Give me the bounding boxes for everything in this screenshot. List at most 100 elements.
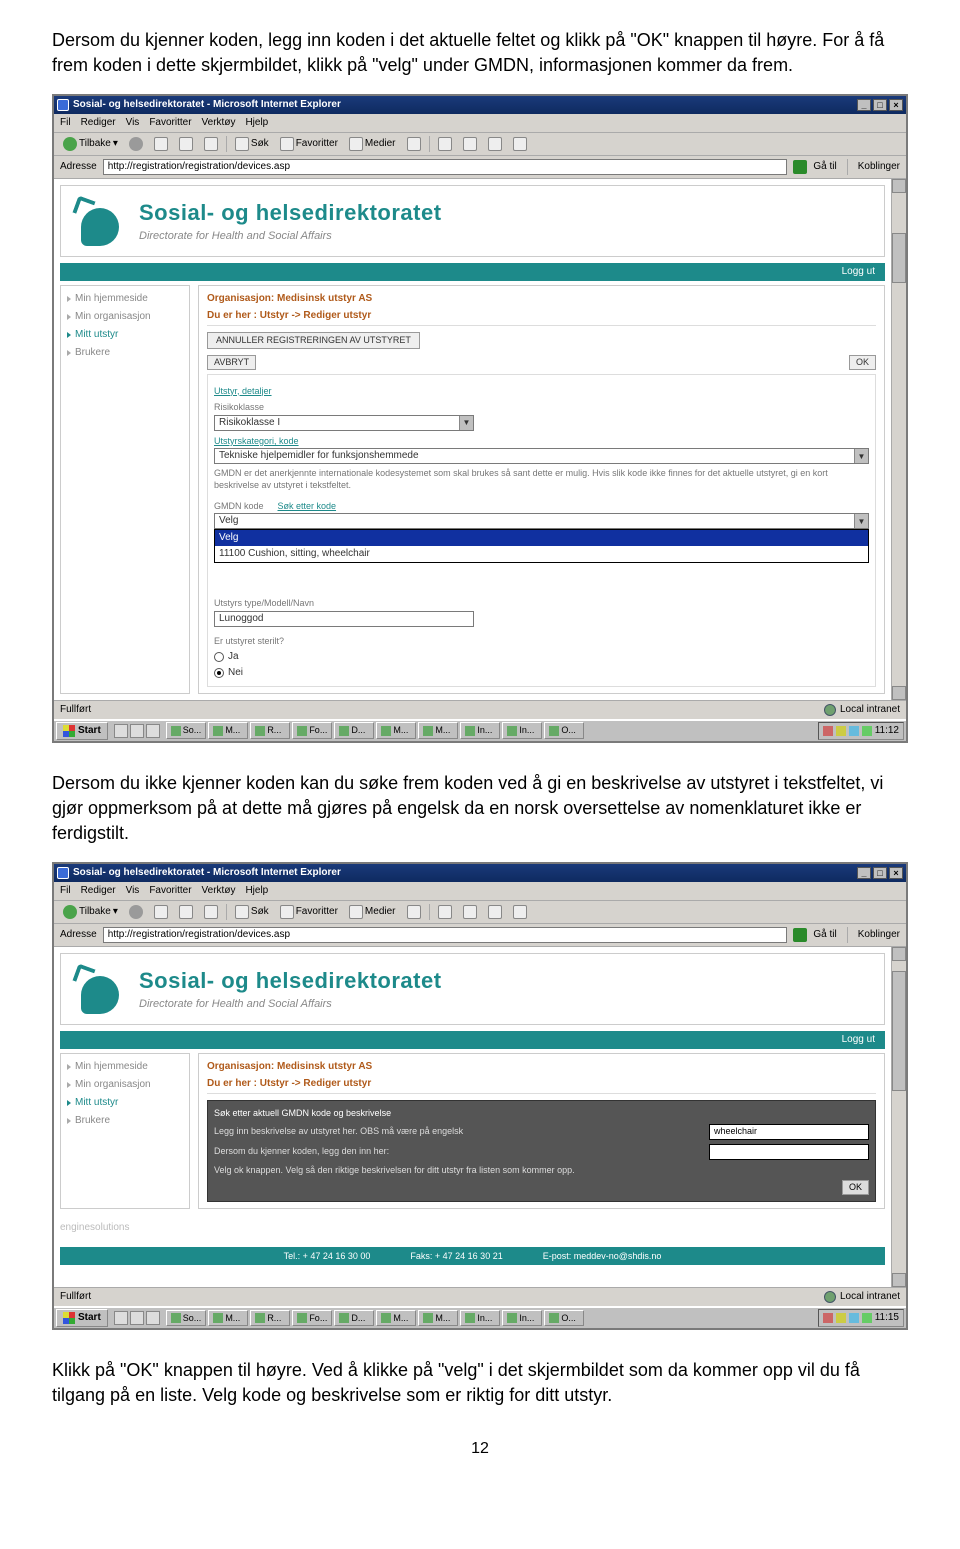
task-button[interactable]: M...	[418, 1310, 458, 1327]
home-button[interactable]	[201, 904, 221, 920]
refresh-button[interactable]	[176, 136, 196, 152]
task-button[interactable]: In...	[460, 722, 500, 739]
kategori-select[interactable]: Tekniske hjelpemidler for funksjonshemme…	[214, 448, 869, 464]
gmdn-option-velg[interactable]: Velg	[215, 530, 868, 546]
stop-button[interactable]	[151, 136, 171, 152]
sidenav-utstyr[interactable]: Mitt utstyr	[61, 326, 189, 344]
quicklaunch-icon[interactable]	[130, 1311, 144, 1325]
logout-link[interactable]: Logg ut	[842, 1034, 875, 1045]
history-button[interactable]	[404, 904, 424, 920]
stop-button[interactable]	[151, 904, 171, 920]
sok-kode-link[interactable]: Søk etter kode	[278, 500, 337, 513]
forward-button[interactable]	[126, 136, 146, 152]
task-button[interactable]: M...	[208, 1310, 248, 1327]
task-button[interactable]: M...	[376, 1310, 416, 1327]
refresh-button[interactable]	[176, 904, 196, 920]
links-label[interactable]: Koblinger	[858, 928, 900, 942]
search-desc-input[interactable]: wheelchair	[709, 1124, 869, 1140]
task-button[interactable]: D...	[334, 1310, 374, 1327]
discuss-button[interactable]	[510, 904, 530, 920]
menu-vis[interactable]: Vis	[126, 884, 140, 898]
annuller-button[interactable]: ANNULLER REGISTRERINGEN AV UTSTYRET	[207, 332, 420, 349]
menu-hjelp[interactable]: Hjelp	[245, 884, 268, 898]
sidenav-utstyr[interactable]: Mitt utstyr	[61, 1094, 189, 1112]
sidenav-hjemmeside[interactable]: Min hjemmeside	[61, 290, 189, 308]
menu-fil[interactable]: Fil	[60, 116, 71, 130]
tray-icon[interactable]	[849, 1313, 859, 1323]
task-button[interactable]: So...	[166, 1310, 207, 1327]
menu-fil[interactable]: Fil	[60, 884, 71, 898]
ok-button[interactable]: OK	[842, 1180, 869, 1195]
quicklaunch-icon[interactable]	[130, 724, 144, 738]
task-button[interactable]: O...	[544, 1310, 584, 1327]
favorites-button[interactable]: Favoritter	[277, 136, 341, 152]
task-button[interactable]: Fo...	[292, 1310, 332, 1327]
sidenav-brukere[interactable]: Brukere	[61, 1112, 189, 1130]
links-label[interactable]: Koblinger	[858, 160, 900, 174]
back-button[interactable]: Tilbake ▾	[60, 136, 121, 152]
radio-ja[interactable]	[214, 652, 224, 662]
search-button[interactable]: Søk	[232, 136, 272, 152]
minimize-button[interactable]: _	[857, 99, 871, 111]
back-button[interactable]: Tilbake ▾	[60, 904, 121, 920]
mail-button[interactable]	[435, 904, 455, 920]
menu-verktoy[interactable]: Verktøy	[202, 116, 236, 130]
task-button[interactable]: R...	[250, 722, 290, 739]
home-button[interactable]	[201, 136, 221, 152]
menu-rediger[interactable]: Rediger	[81, 116, 116, 130]
quicklaunch-icon[interactable]	[146, 1311, 160, 1325]
task-button[interactable]: Fo...	[292, 722, 332, 739]
tray-icon[interactable]	[836, 726, 846, 736]
search-button[interactable]: Søk	[232, 904, 272, 920]
task-button[interactable]: M...	[418, 722, 458, 739]
sidenav-organisasjon[interactable]: Min organisasjon	[61, 1076, 189, 1094]
discuss-button[interactable]	[510, 136, 530, 152]
gmdn-select[interactable]: Velg▼	[214, 513, 869, 529]
tray-icon[interactable]	[862, 726, 872, 736]
avbryt-button[interactable]: AVBRYT	[207, 355, 256, 370]
tray-icon[interactable]	[836, 1313, 846, 1323]
go-button[interactable]	[793, 928, 807, 942]
quicklaunch-icon[interactable]	[114, 724, 128, 738]
start-button[interactable]: Start	[56, 722, 108, 740]
task-button[interactable]: In...	[502, 722, 542, 739]
close-button[interactable]: ×	[889, 99, 903, 111]
print-button[interactable]	[460, 904, 480, 920]
sidenav-hjemmeside[interactable]: Min hjemmeside	[61, 1058, 189, 1076]
radio-nei[interactable]	[214, 668, 224, 678]
vertical-scrollbar[interactable]	[891, 179, 906, 699]
media-button[interactable]: Medier	[346, 136, 399, 152]
address-input[interactable]: http://registration/registration/devices…	[103, 927, 788, 943]
search-code-input[interactable]	[709, 1144, 869, 1160]
favorites-button[interactable]: Favoritter	[277, 904, 341, 920]
go-button[interactable]	[793, 160, 807, 174]
risiko-select[interactable]: Risikoklasse I▼	[214, 415, 474, 431]
task-button[interactable]: D...	[334, 722, 374, 739]
media-button[interactable]: Medier	[346, 904, 399, 920]
edit-button[interactable]	[485, 136, 505, 152]
print-button[interactable]	[460, 136, 480, 152]
forward-button[interactable]	[126, 904, 146, 920]
sidenav-organisasjon[interactable]: Min organisasjon	[61, 308, 189, 326]
menu-vis[interactable]: Vis	[126, 116, 140, 130]
maximize-button[interactable]: □	[873, 867, 887, 879]
minimize-button[interactable]: _	[857, 867, 871, 879]
menu-favoritter[interactable]: Favoritter	[149, 116, 191, 130]
menu-favoritter[interactable]: Favoritter	[149, 884, 191, 898]
quicklaunch-icon[interactable]	[146, 724, 160, 738]
tray-icon[interactable]	[823, 726, 833, 736]
history-button[interactable]	[404, 136, 424, 152]
vertical-scrollbar[interactable]	[891, 947, 906, 1287]
task-button[interactable]: In...	[502, 1310, 542, 1327]
address-input[interactable]: http://registration/registration/devices…	[103, 159, 788, 175]
task-button[interactable]: M...	[376, 722, 416, 739]
task-button[interactable]: M...	[208, 722, 248, 739]
close-button[interactable]: ×	[889, 867, 903, 879]
task-button[interactable]: O...	[544, 722, 584, 739]
maximize-button[interactable]: □	[873, 99, 887, 111]
type-input[interactable]: Lunoggod	[214, 611, 474, 627]
quicklaunch-icon[interactable]	[114, 1311, 128, 1325]
ok-button-top[interactable]: OK	[849, 355, 876, 370]
task-button[interactable]: R...	[250, 1310, 290, 1327]
sidenav-brukere[interactable]: Brukere	[61, 344, 189, 362]
